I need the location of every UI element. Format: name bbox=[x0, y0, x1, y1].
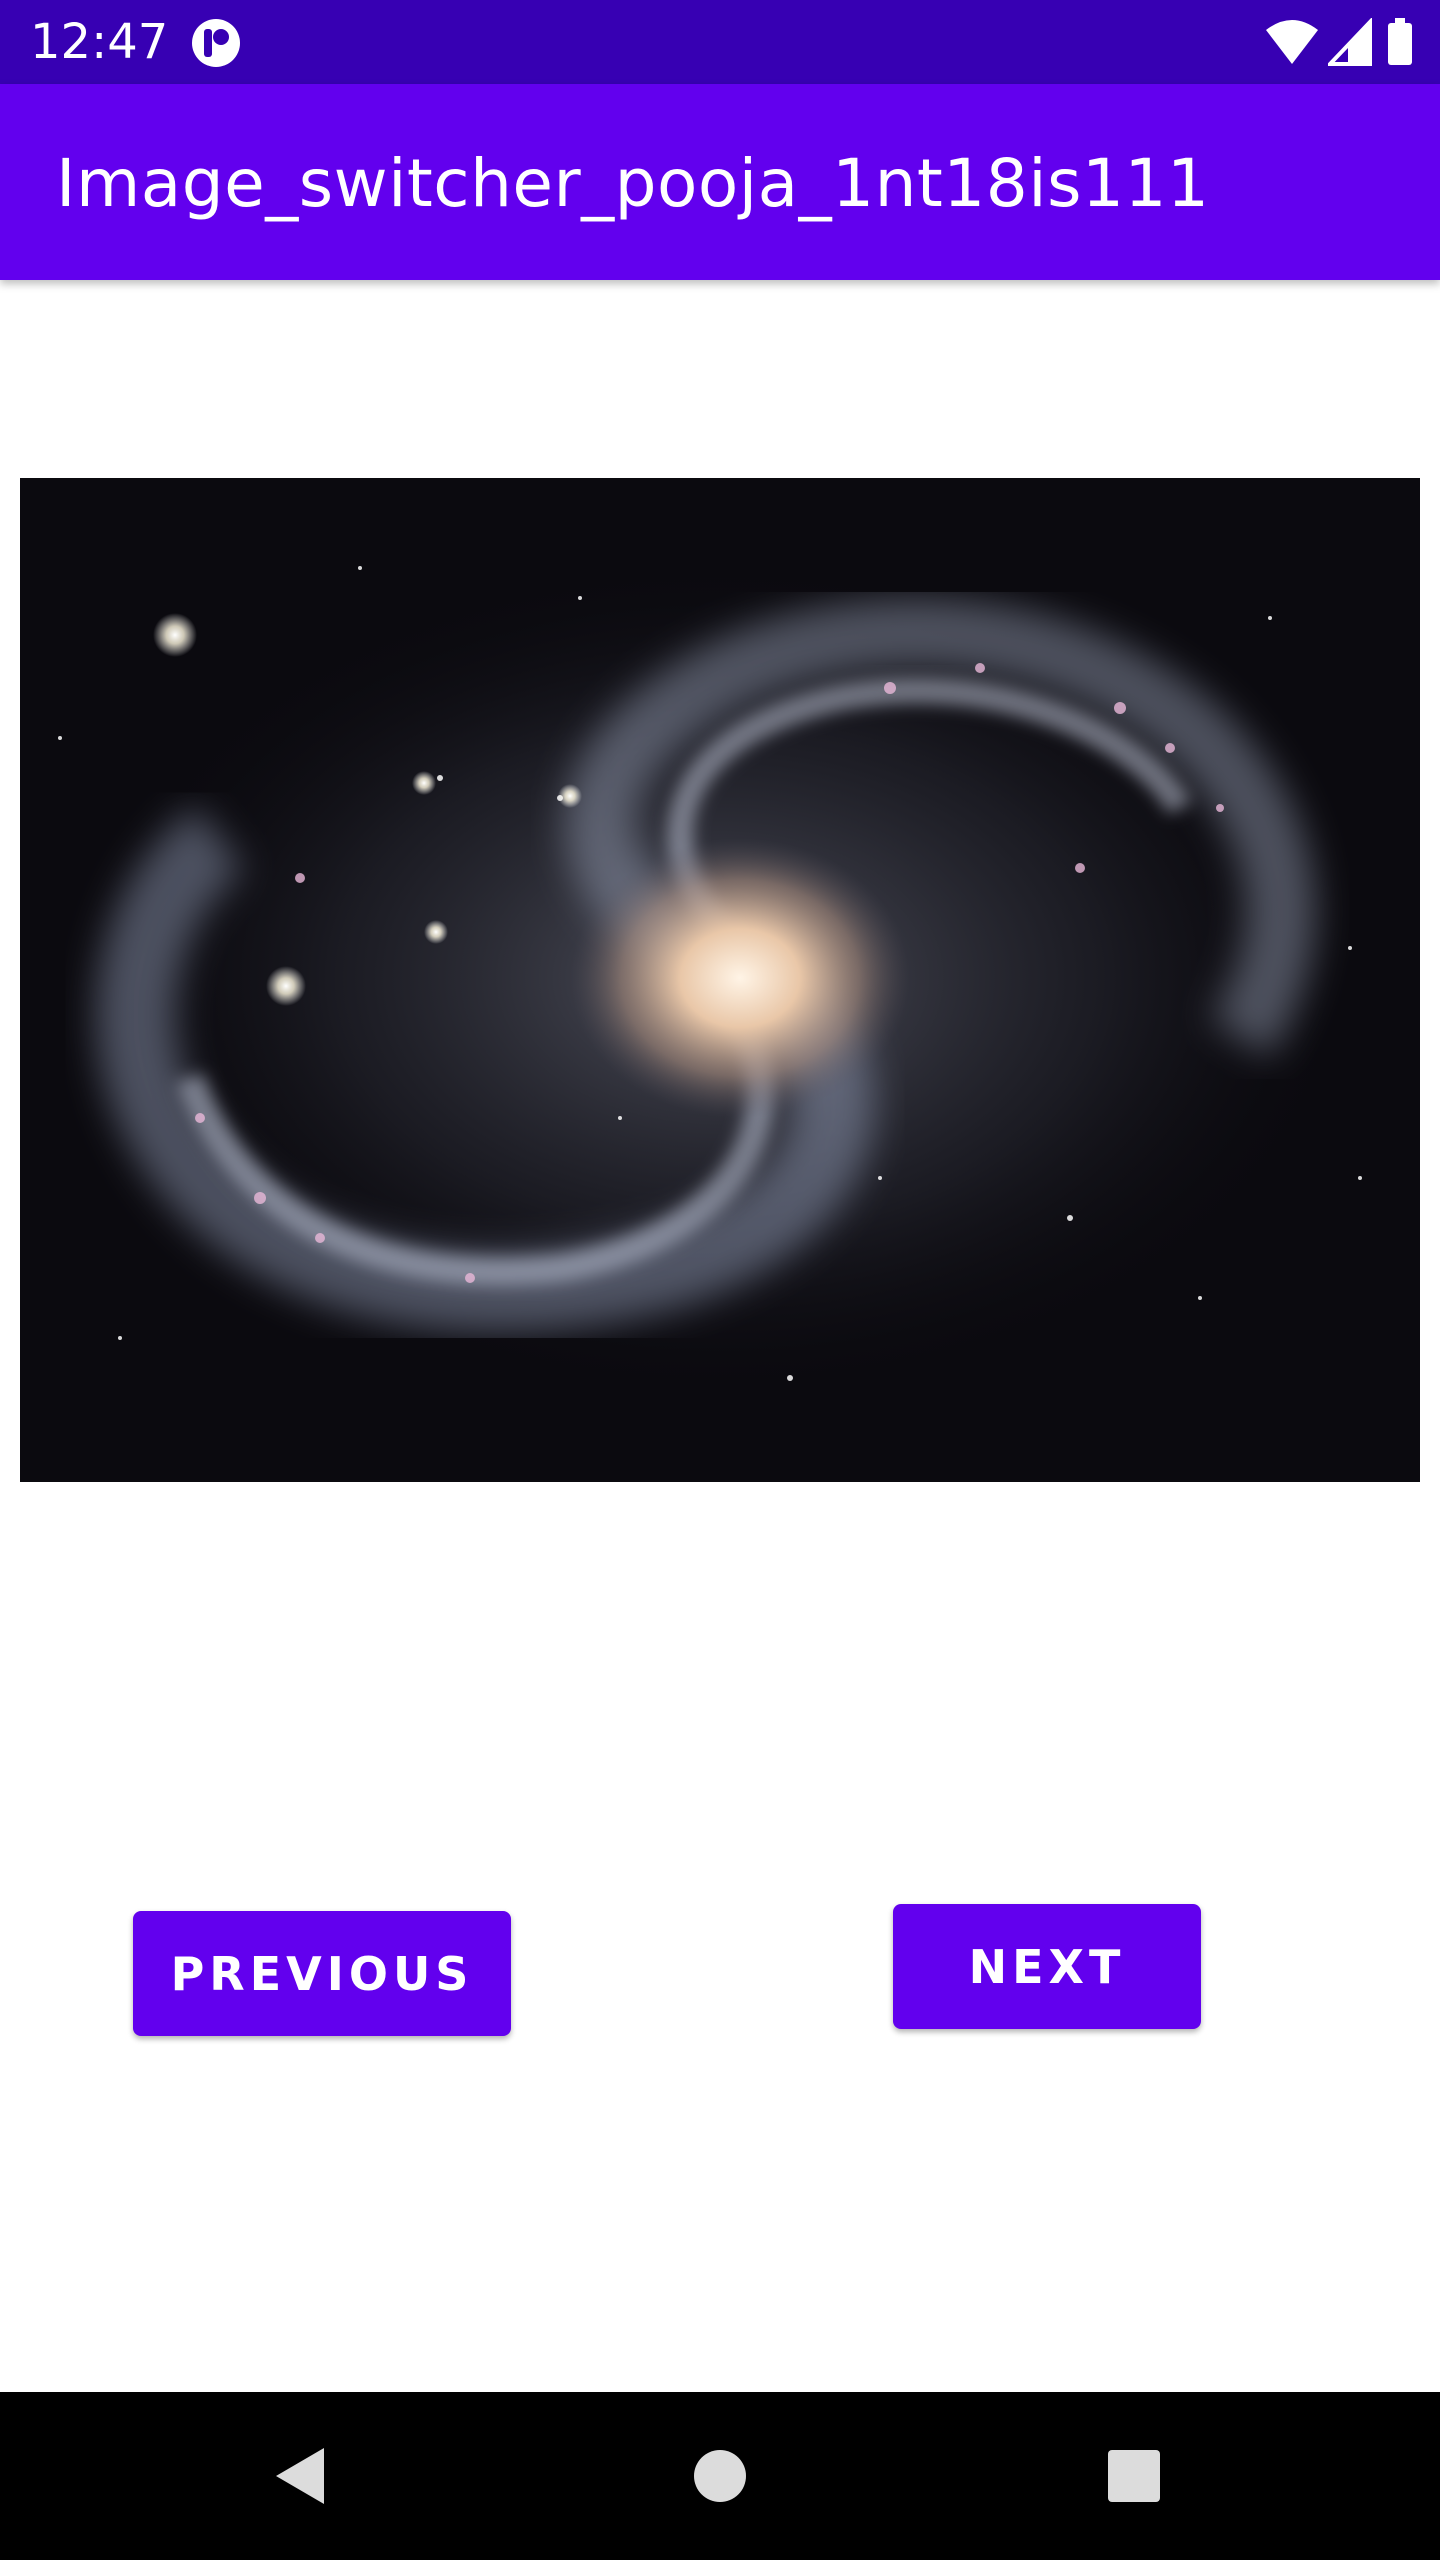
home-button[interactable] bbox=[636, 2392, 804, 2560]
recents-icon bbox=[1108, 2450, 1160, 2502]
notification-app-icon bbox=[190, 17, 242, 69]
status-bar: 12:47 bbox=[0, 0, 1440, 84]
galaxy-image bbox=[20, 478, 1420, 1482]
recents-button[interactable] bbox=[1050, 2392, 1218, 2560]
previous-button[interactable]: PREVIOUS bbox=[133, 1911, 511, 2036]
app-title: Image_switcher_pooja_1nt18is111 bbox=[56, 145, 1210, 222]
image-switcher[interactable] bbox=[20, 478, 1420, 1482]
wifi-icon bbox=[1266, 20, 1318, 64]
navigation-bar bbox=[0, 2392, 1440, 2560]
back-icon bbox=[276, 2448, 324, 2504]
home-icon bbox=[694, 2450, 746, 2502]
status-time: 12:47 bbox=[30, 14, 169, 70]
app-bar: Image_switcher_pooja_1nt18is111 bbox=[0, 84, 1440, 280]
battery-icon bbox=[1388, 18, 1412, 65]
back-button[interactable] bbox=[216, 2392, 384, 2560]
cell-signal-icon bbox=[1328, 18, 1372, 66]
next-button[interactable]: NEXT bbox=[893, 1904, 1201, 2029]
